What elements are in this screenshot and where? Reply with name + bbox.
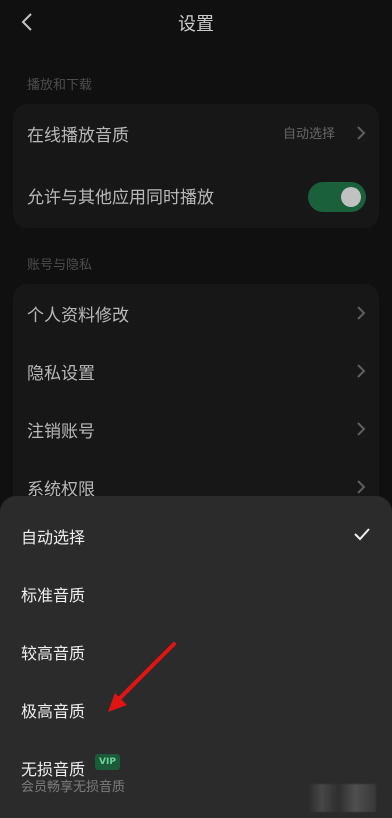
row-label: 注销账号 (27, 422, 95, 442)
check-icon (354, 528, 370, 541)
header: 设置 (0, 0, 392, 44)
row-mix-playback: 允许与其他应用同时播放 (13, 166, 379, 224)
row-label: 个人资料修改 (27, 306, 129, 326)
row-delete-account[interactable]: 注销账号 (13, 400, 379, 458)
chevron-right-icon (357, 306, 366, 320)
toggle-knob (341, 187, 361, 207)
option-standard[interactable]: 标准音质 (0, 568, 392, 626)
row-label: 允许与其他应用同时播放 (27, 188, 214, 208)
row-value: 自动选择 (282, 127, 335, 142)
row-profile[interactable]: 个人资料修改 (13, 284, 379, 342)
quality-sheet: 自动选择 标准音质 较高音质 极高音质 无损音质 VIP 会员畅享无损音质 (0, 496, 392, 818)
row-label: 在线播放音质 (27, 126, 129, 146)
row-privacy[interactable]: 隐私设置 (13, 342, 379, 400)
card-playback: 在线播放音质 自动选择 允许与其他应用同时播放 (13, 104, 379, 228)
blurred-region (308, 784, 376, 812)
option-high[interactable]: 较高音质 (0, 626, 392, 684)
chevron-right-icon (357, 480, 366, 494)
option-subtitle: 会员畅享无损音质 (21, 780, 126, 795)
chevron-right-icon (357, 422, 366, 436)
mix-playback-toggle[interactable] (308, 182, 366, 212)
row-label: 隐私设置 (27, 364, 95, 384)
option-label: 自动选择 (21, 528, 86, 547)
option-very-high[interactable]: 极高音质 (0, 684, 392, 742)
option-label: 极高音质 (21, 702, 86, 721)
section-label-playback: 播放和下载 (27, 78, 93, 93)
chevron-right-icon (357, 126, 366, 140)
section-label-account: 账号与隐私 (27, 258, 93, 273)
option-auto[interactable]: 自动选择 (0, 510, 392, 568)
option-label: 标准音质 (21, 586, 86, 605)
chevron-right-icon (357, 364, 366, 378)
row-online-quality[interactable]: 在线播放音质 自动选择 (13, 104, 379, 162)
vip-badge: VIP (95, 754, 120, 770)
card-account: 个人资料修改 隐私设置 注销账号 系统权限 (13, 284, 379, 512)
option-label: 较高音质 (21, 644, 86, 663)
page-title: 设置 (178, 14, 214, 35)
